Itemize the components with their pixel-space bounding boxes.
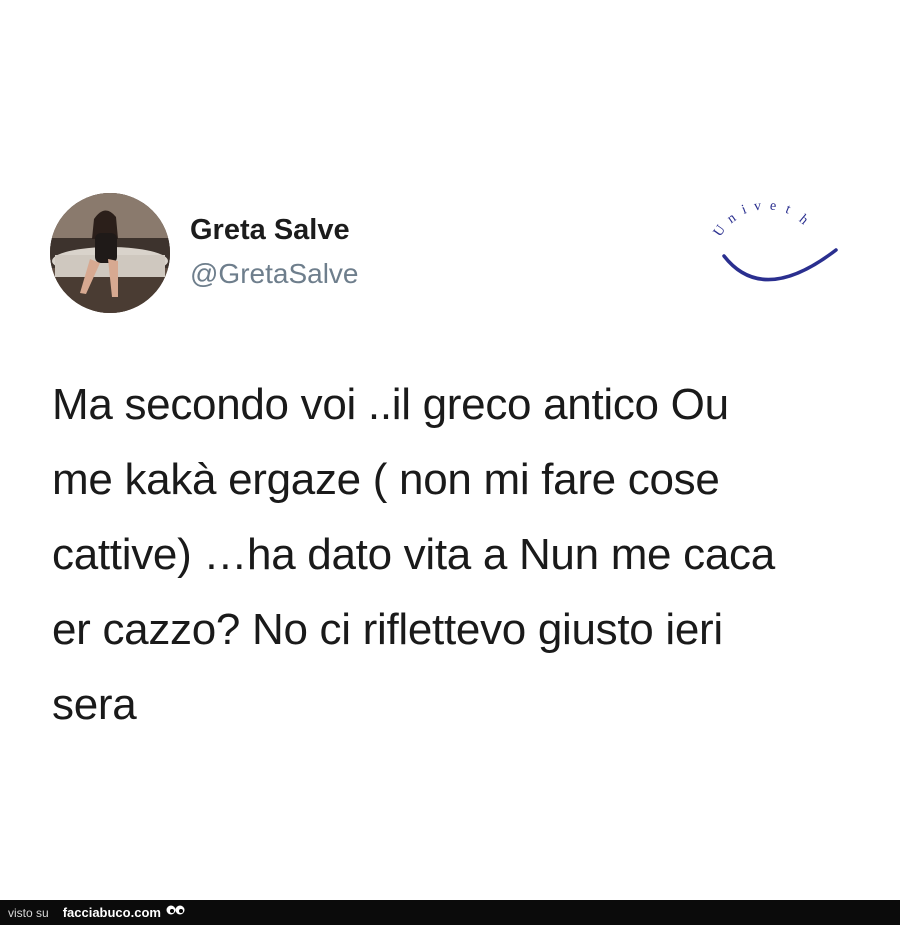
footer-prefix: visto su [8, 905, 49, 920]
watermark-letter: U [711, 223, 729, 240]
tweet-text-line: me kakà ergaze ( non mi fare cose [52, 455, 720, 504]
watermark-letter: n [725, 211, 739, 227]
tweet-text-line: sera [52, 680, 137, 729]
footer-bar: visto su facciabuco.com [0, 900, 900, 925]
smile-arc-logo: U n i v e t h [711, 199, 838, 282]
post-image: Greta Salve @GretaSalve U n i v e t h Ma… [0, 0, 900, 900]
watermark-letter: t [783, 202, 792, 217]
author-name[interactable]: Greta Salve [190, 214, 350, 247]
eyes-icon [166, 903, 186, 922]
tweet-text-line: er cazzo? No ci riflettevo giusto ieri [52, 605, 723, 654]
tweet-text-line: Ma secondo voi ..il greco antico Ou [52, 380, 729, 429]
tweet-body: Ma secondo voi ..il greco antico Ou me k… [52, 367, 862, 742]
tweet-text-line: cattive) …ha dato vita a Nun me caca [52, 530, 775, 579]
avatar[interactable] [50, 193, 170, 313]
author-handle[interactable]: @GretaSalve [190, 258, 359, 290]
watermark-letter: v [753, 199, 761, 215]
footer-site-link[interactable]: facciabuco.com [63, 905, 161, 920]
avatar-photo [50, 193, 170, 313]
watermark-letter: e [769, 199, 777, 215]
watermark-letter: h [796, 212, 811, 228]
watermark-letter: i [740, 202, 749, 217]
